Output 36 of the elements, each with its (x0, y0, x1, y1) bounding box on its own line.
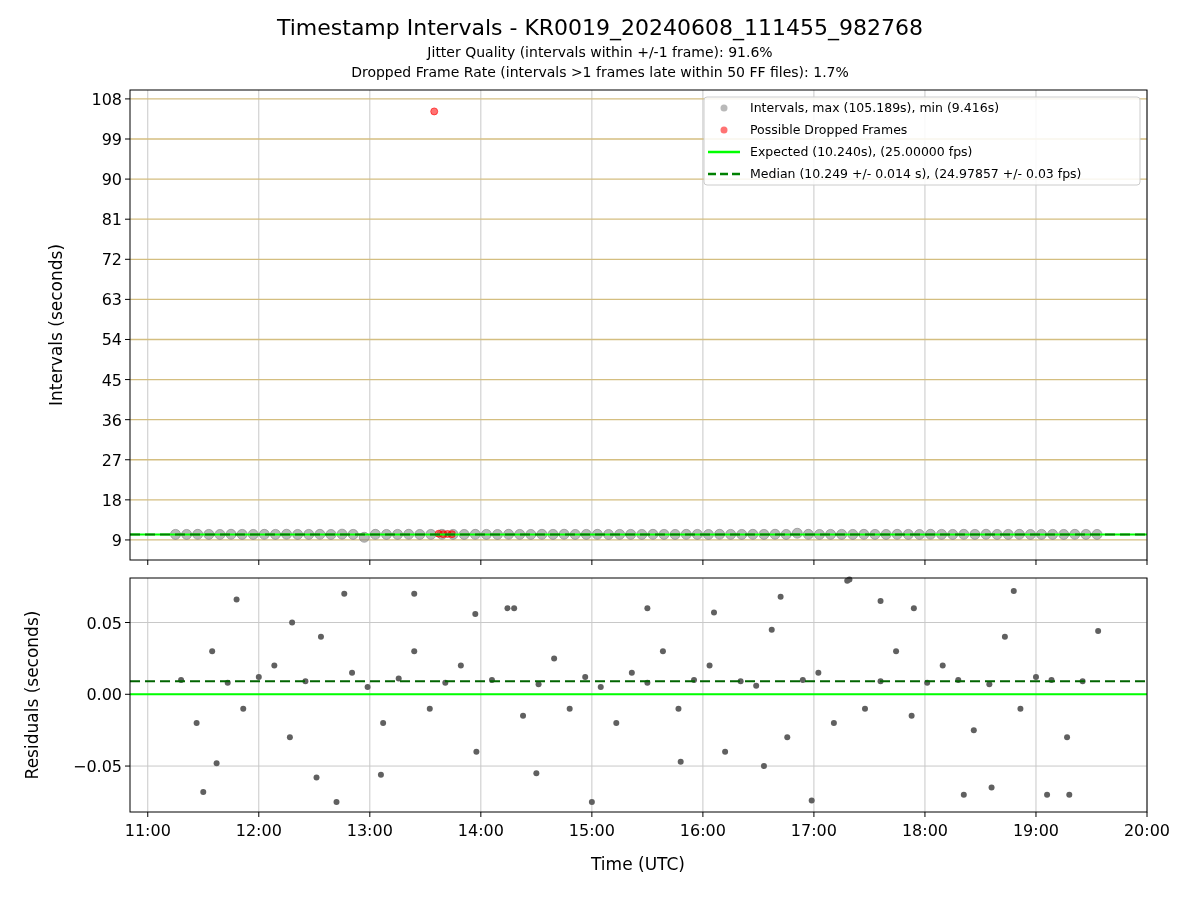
y-tick-label: 45 (101, 370, 122, 390)
y-tick-label: 36 (101, 410, 122, 430)
x-tick-label: 20:00 (1123, 821, 1171, 840)
x-tick-label: 13:00 (346, 821, 393, 840)
y-tick-label: 99 (101, 130, 122, 149)
y-tick-label: 54 (101, 330, 122, 350)
y-axis-label: Intervals (seconds) (46, 243, 66, 407)
x-tick-label: 14:00 (457, 821, 504, 840)
y-tick-label: 63 (101, 290, 122, 310)
y-tick-label: −0.05 (72, 757, 122, 777)
chart-title: Timestamp Intervals - KR0019_20240608_111455_982768 (276, 14, 924, 42)
x-tick-label: 19:00 (1012, 821, 1060, 840)
y-axis-label: Residuals (seconds) (22, 610, 42, 780)
legend-label: Possible Dropped Frames (750, 122, 908, 137)
y-tick-label: 90 (101, 170, 122, 190)
x-axis-label: Time (UTC) (591, 854, 685, 874)
x-tick-label: 12:00 (235, 821, 282, 840)
legend-label: Expected (10.240s), (25.00000 fps) (750, 144, 973, 159)
x-tick-label: 17:00 (790, 821, 837, 840)
x-tick-label: 11:00 (124, 821, 171, 840)
y-tick-label: 108 (91, 89, 122, 109)
legend-label: Median (10.249 +/- 0.014 s), (24.97857 +/- 0.03 fps) (750, 166, 1082, 181)
y-tick-label: 81 (101, 210, 122, 230)
point (430, 107, 439, 116)
chart-subtitle: Dropped Frame Rate (intervals >1 frames late within 50 FF files): 1.7% (351, 63, 849, 82)
x-tick-label: 18:00 (901, 821, 948, 840)
y-tick-label: 18 (101, 490, 122, 510)
legend-label: Intervals, max (105.189s), min (9.416s) (750, 100, 1000, 115)
y-tick-label: 0.00 (86, 685, 122, 705)
y-tick-label: 0.05 (86, 613, 122, 633)
y-tick-label: 9 (111, 530, 122, 550)
chart-subtitle: Jitter Quality (intervals within +/-1 frame): 91.6% (427, 43, 773, 62)
y-tick-label: 27 (101, 450, 122, 470)
x-tick-label: 16:00 (679, 821, 726, 840)
y-tick-label: 72 (101, 250, 122, 270)
x-tick-label: 15:00 (568, 821, 615, 840)
